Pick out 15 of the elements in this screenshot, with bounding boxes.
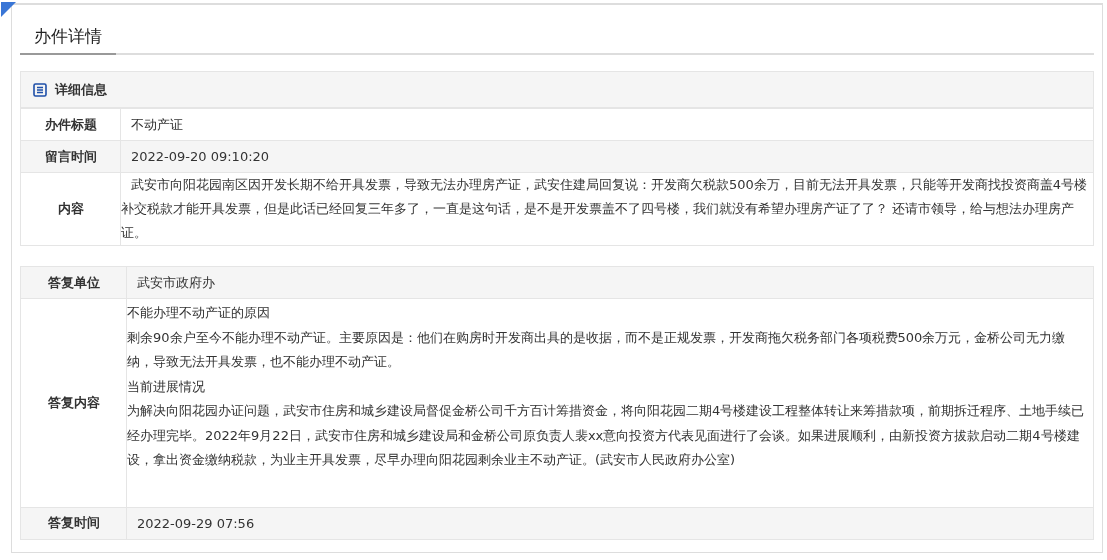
message-content: 武安市向阳花园南区因开发长期不给开具发票，导致无法办理房产证，武安住建局回复说：开发商欠税款500余万，目前无法开具发票，只能等开发商找投资商盖4号楼补交税款才能开具发票，但是此话已经回复三年多了，一直是这句话，是不是开发票盖不了四号楼，我们就没有希望办理房产证了了？ 还请市领导，给与想法办理房产证。 xyxy=(121,176,1089,242)
field-value: 2022-09-20 09:10:20 xyxy=(131,149,270,164)
field-value: 武安市政府办 xyxy=(137,273,215,292)
field-value: 不动产证 xyxy=(131,115,183,134)
field-label: 答复内容 xyxy=(21,299,127,507)
corner-marker xyxy=(1,2,16,17)
reply-paragraph: 为解决向阳花园办证问题，武安市住房和城乡建设局督促金桥公司千方百计筹措资金，将向阳花园二期4号楼建设工程整体转让来筹措款项，前期拆迁程序、土地手续已经办理完毕。2022年9月22日，武安市住房和城乡建设局和金桥公司原负责人裴xx意向投资方代表见面进行了会谈。如果进展顺利，由新投资方拔款启动二期4号楼建设，拿出资金缴纳税款，为业主开具发票，尽早办理向阳花园剩余业主不动产证。(武安市人民政府办公室) xyxy=(127,402,1086,469)
reply-paragraph: 不能办理不动产证的原因 xyxy=(127,304,271,322)
field-value: 2022-09-29 07:56 xyxy=(137,515,255,531)
reply-paragraph: 当前进展情况 xyxy=(127,377,206,396)
reply-paragraph: 剩余90余户至今不能办理不动产证。主要原因是：他们在购房时开发商出具的是收据，而不是正规发票，开发商拖欠税务部门各项税费500余万元，金桥公司无力缴纳，导致无法开具发票，也不能办理不动产证。 xyxy=(127,328,1067,371)
section-heading: 详细信息 xyxy=(55,80,107,99)
list-icon xyxy=(33,82,47,97)
page-tab[interactable]: 办件详情 xyxy=(20,21,116,55)
field-label: 答复时间 xyxy=(21,507,127,539)
